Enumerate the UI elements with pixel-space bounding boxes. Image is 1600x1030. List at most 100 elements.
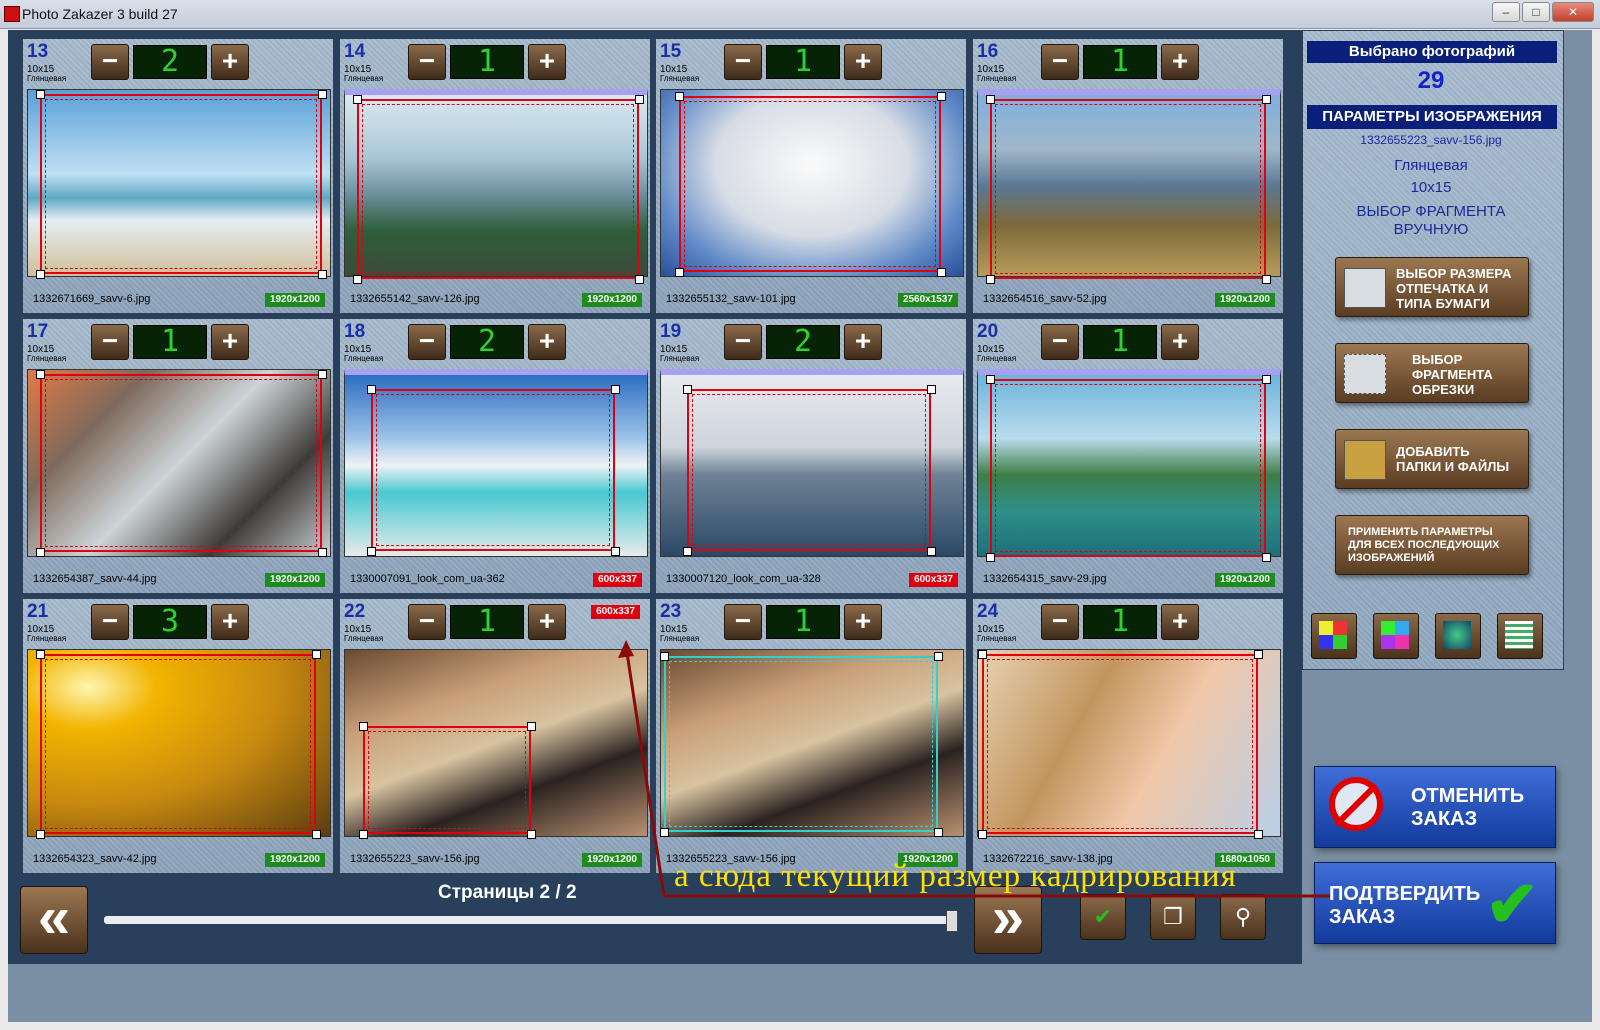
increase-copies-button[interactable]: + — [211, 324, 249, 360]
crop-handle[interactable] — [635, 95, 644, 104]
zoom-button[interactable]: ⚲ — [1220, 894, 1266, 940]
increase-copies-button[interactable]: + — [528, 604, 566, 640]
photo-thumbnail[interactable] — [660, 649, 964, 837]
crop-handle[interactable] — [927, 385, 936, 394]
crop-handle[interactable] — [937, 92, 946, 101]
crop-handle[interactable] — [359, 722, 368, 731]
photo-thumbnail[interactable] — [27, 649, 331, 839]
crop-fragment-button[interactable]: ВЫБОР ФРАГМЕНТА ОБРЕЗКИ — [1335, 343, 1529, 403]
crop-frame[interactable] — [359, 722, 536, 839]
page-slider-thumb[interactable] — [946, 910, 958, 932]
crop-handle[interactable] — [986, 275, 995, 284]
prev-page-button[interactable]: « — [20, 886, 88, 954]
crop-handle[interactable] — [1254, 830, 1263, 839]
increase-copies-button[interactable]: + — [211, 604, 249, 640]
crop-handle[interactable] — [36, 370, 45, 379]
crop-frame[interactable] — [367, 385, 620, 556]
crop-frame[interactable] — [36, 90, 327, 279]
crop-handle[interactable] — [978, 830, 987, 839]
crop-handle[interactable] — [635, 275, 644, 284]
crop-handle[interactable] — [359, 830, 368, 839]
crop-frame[interactable] — [36, 370, 327, 557]
crop-handle[interactable] — [312, 650, 321, 659]
crop-handle[interactable] — [934, 828, 943, 837]
crop-handle[interactable] — [36, 548, 45, 557]
crop-handle[interactable] — [660, 828, 669, 837]
crop-handle[interactable] — [937, 268, 946, 277]
crop-frame[interactable] — [978, 650, 1263, 839]
crop-handle[interactable] — [611, 385, 620, 394]
copy-button[interactable]: ❐ — [1150, 894, 1196, 940]
crop-handle[interactable] — [683, 547, 692, 556]
crop-handle[interactable] — [527, 830, 536, 839]
photo-cell[interactable]: 19 10x15 Глянцевая − 2 + 1330007120_look… — [655, 318, 967, 594]
photo-cell[interactable]: 16 10x15 Глянцевая − 1 + 1332654516_savv… — [972, 38, 1284, 314]
photo-cell[interactable]: 13 10x15 Глянцевая − 2 + 1332671669_savv… — [22, 38, 334, 314]
crop-handle[interactable] — [611, 547, 620, 556]
crop-handle[interactable] — [367, 385, 376, 394]
decrease-copies-button[interactable]: − — [724, 44, 762, 80]
crop-handle[interactable] — [986, 553, 995, 562]
crop-frame[interactable] — [683, 385, 936, 556]
crop-handle[interactable] — [675, 92, 684, 101]
crop-handle[interactable] — [675, 268, 684, 277]
crop-handle[interactable] — [36, 270, 45, 279]
crop-handle[interactable] — [660, 652, 669, 661]
crop-handle[interactable] — [1254, 650, 1263, 659]
layout-2x2-button[interactable] — [1373, 613, 1419, 659]
photo-thumbnail[interactable] — [977, 89, 1281, 284]
decrease-copies-button[interactable]: − — [408, 604, 446, 640]
photo-thumbnail[interactable] — [344, 89, 648, 284]
crop-frame[interactable] — [353, 95, 644, 284]
apply-params-button[interactable]: ПРИМЕНИТЬ ПАРАМЕТРЫ ДЛЯ ВСЕХ ПОСЛЕДУЮЩИХ… — [1335, 515, 1529, 575]
crop-handle[interactable] — [986, 95, 995, 104]
layout-list-button[interactable] — [1497, 613, 1543, 659]
crop-handle[interactable] — [318, 370, 327, 379]
crop-frame[interactable] — [36, 650, 321, 839]
crop-handle[interactable] — [1262, 95, 1271, 104]
crop-handle[interactable] — [318, 270, 327, 279]
crop-handle[interactable] — [927, 547, 936, 556]
photo-thumbnail[interactable] — [344, 649, 648, 839]
increase-copies-button[interactable]: + — [844, 604, 882, 640]
cancel-order-button[interactable]: ОТМЕНИТЬ ЗАКАЗ — [1314, 766, 1556, 848]
page-slider[interactable] — [104, 916, 954, 924]
decrease-copies-button[interactable]: − — [1041, 604, 1079, 640]
crop-handle[interactable] — [36, 830, 45, 839]
minimize-button[interactable]: – — [1492, 2, 1520, 22]
print-size-button[interactable]: ВЫБОР РАЗМЕРА ОТПЕЧАТКА И ТИПА БУМАГИ — [1335, 257, 1529, 317]
increase-copies-button[interactable]: + — [1161, 44, 1199, 80]
next-page-button[interactable]: » — [974, 886, 1042, 954]
photo-cell[interactable]: 22 10x15 Глянцевая − 1 + 1332655223_savv… — [339, 598, 651, 874]
photo-thumbnail[interactable] — [977, 649, 1281, 839]
increase-copies-button[interactable]: + — [844, 324, 882, 360]
crop-handle[interactable] — [1262, 375, 1271, 384]
crop-handle[interactable] — [1262, 275, 1271, 284]
increase-copies-button[interactable]: + — [528, 324, 566, 360]
decrease-copies-button[interactable]: − — [1041, 44, 1079, 80]
crop-handle[interactable] — [36, 650, 45, 659]
select-all-button[interactable]: ✔ — [1080, 894, 1126, 940]
crop-handle[interactable] — [353, 95, 362, 104]
photo-cell[interactable]: 15 10x15 Глянцевая − 1 + 1332655132_savv… — [655, 38, 967, 314]
photo-cell[interactable]: 24 10x15 Глянцевая − 1 + 1332672216_savv… — [972, 598, 1284, 874]
photo-thumbnail[interactable] — [27, 89, 331, 279]
crop-handle[interactable] — [527, 722, 536, 731]
decrease-copies-button[interactable]: − — [91, 604, 129, 640]
crop-frame[interactable] — [675, 92, 946, 277]
crop-handle[interactable] — [367, 547, 376, 556]
photo-cell[interactable]: 18 10x15 Глянцевая − 2 + 1330007091_look… — [339, 318, 651, 594]
increase-copies-button[interactable]: + — [1161, 604, 1199, 640]
crop-frame[interactable] — [986, 95, 1271, 284]
increase-copies-button[interactable]: + — [844, 44, 882, 80]
crop-handle[interactable] — [1262, 553, 1271, 562]
crop-handle[interactable] — [318, 90, 327, 99]
close-button[interactable]: ✕ — [1552, 2, 1594, 22]
decrease-copies-button[interactable]: − — [91, 324, 129, 360]
crop-handle[interactable] — [36, 90, 45, 99]
photo-thumbnail[interactable] — [660, 369, 964, 557]
decrease-copies-button[interactable]: − — [724, 324, 762, 360]
crop-handle[interactable] — [986, 375, 995, 384]
decrease-copies-button[interactable]: − — [1041, 324, 1079, 360]
crop-handle[interactable] — [353, 275, 362, 284]
